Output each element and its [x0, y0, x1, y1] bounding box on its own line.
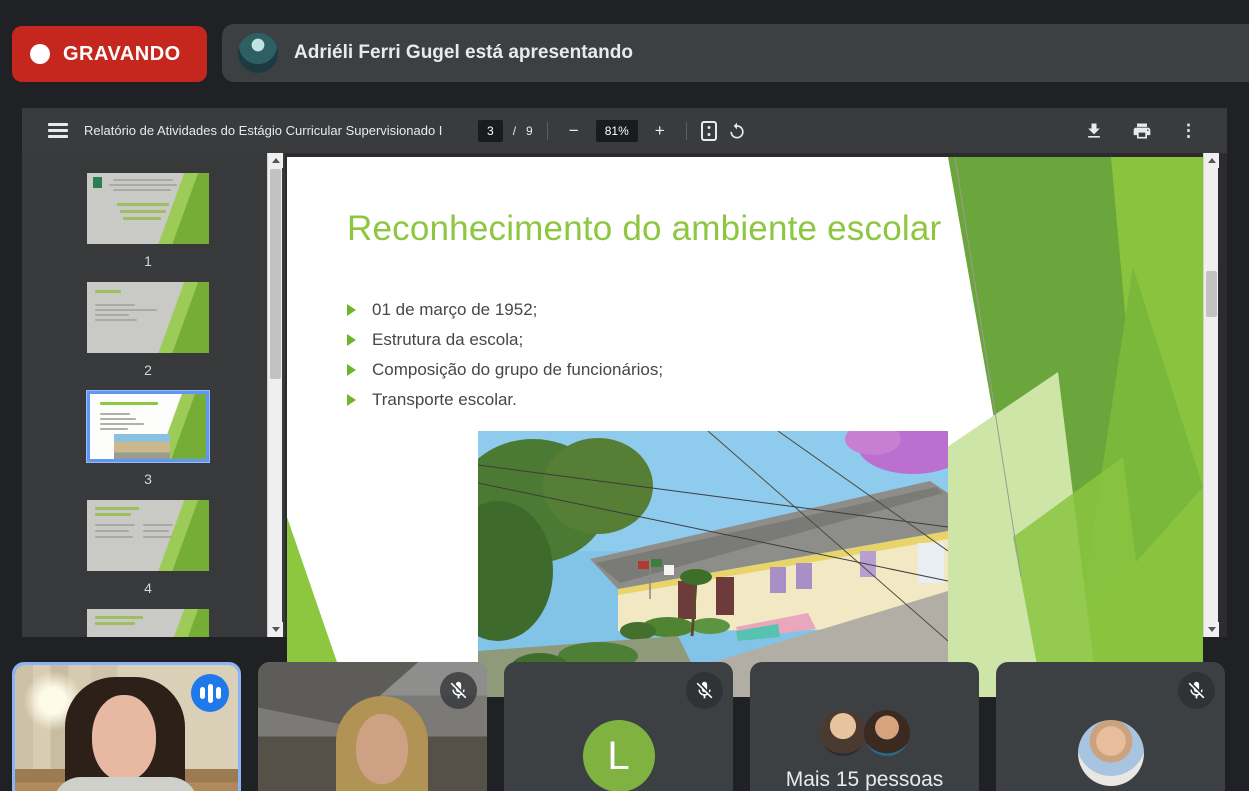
document-title: Relatório de Atividades do Estágio Curri… [84, 123, 442, 138]
recording-badge: GRAVANDO [12, 26, 207, 82]
slide-page: Reconhecimento do ambiente escolar 01 de… [287, 157, 1203, 697]
bullet-item: Composição do grupo de funcionários; [347, 355, 663, 385]
participant-tile[interactable] [258, 662, 487, 791]
participant-strip: L Mais 15 pessoas [0, 662, 1249, 791]
page-scrollbar[interactable] [1203, 153, 1218, 637]
thumbnail-sidebar: 1 2 [22, 153, 285, 637]
recording-label: GRAVANDO [63, 43, 181, 66]
avatar [820, 710, 866, 756]
scroll-down-icon[interactable] [268, 622, 283, 637]
mic-off-icon [1178, 672, 1215, 709]
presenter-avatar [238, 33, 278, 73]
speaking-indicator-icon [191, 674, 229, 712]
fit-to-page-icon[interactable] [701, 121, 717, 141]
toolbar-divider [547, 122, 548, 140]
scroll-down-icon[interactable] [1204, 622, 1219, 637]
letter-avatar: L [583, 720, 655, 791]
thumbnail-page-number: 2 [144, 362, 152, 378]
thumbnail-image [87, 391, 209, 462]
bullet-text: 01 de março de 1952; [372, 300, 537, 320]
page-divider: / [513, 124, 516, 138]
thumbnail-page-number: 1 [144, 253, 152, 269]
thumbnail-page-number: 3 [144, 471, 152, 487]
participant-tile-speaking[interactable] [12, 662, 241, 791]
overflow-avatars [820, 710, 910, 756]
thumbnail-image [87, 282, 209, 353]
thumbnail-image [87, 500, 209, 571]
scroll-up-icon[interactable] [1204, 153, 1219, 168]
zoom-in-button[interactable]: + [648, 119, 672, 143]
menu-icon[interactable] [48, 120, 68, 142]
zoom-out-button[interactable]: − [562, 119, 586, 143]
page-zoom-controls: 3 / 9 − 81% + [478, 119, 747, 143]
thumbnail-list: 1 2 [83, 173, 213, 637]
thumbnail-page-1[interactable]: 1 [87, 173, 209, 269]
pdf-viewer-body: 1 2 [22, 153, 1227, 637]
sidebar-scrollbar[interactable] [267, 153, 282, 637]
zoom-level[interactable]: 81% [596, 120, 638, 142]
mic-off-icon [440, 672, 477, 709]
more-options-icon[interactable]: ⋮ [1180, 121, 1197, 141]
pdf-toolbar: Relatório de Atividades do Estágio Curri… [22, 108, 1227, 153]
bullet-item: Transporte escolar. [347, 385, 663, 415]
thumbnail-image [87, 173, 209, 244]
current-page-input[interactable]: 3 [478, 120, 503, 142]
participant-tile[interactable]: L [504, 662, 733, 791]
bullet-arrow-icon [347, 304, 356, 316]
thumbnail-page-2[interactable]: 2 [87, 282, 209, 378]
scroll-up-icon[interactable] [268, 153, 283, 168]
bullet-text: Transporte escolar. [372, 390, 517, 410]
presenting-banner: Adriéli Ferri Gugel está apresentando [222, 24, 1249, 82]
thumbnail-image [87, 609, 209, 637]
scrollbar-thumb[interactable] [1206, 271, 1217, 317]
shared-screen-pdf-viewer: Relatório de Atividades do Estágio Curri… [22, 108, 1227, 637]
more-people-label: Mais 15 pessoas [750, 768, 979, 791]
meet-top-bar: GRAVANDO Adriéli Ferri Gugel está aprese… [0, 0, 1249, 96]
bullet-text: Composição do grupo de funcionários; [372, 360, 663, 380]
bullet-arrow-icon [347, 334, 356, 346]
participant-tile-overflow[interactable]: Mais 15 pessoas [750, 662, 979, 791]
thumbnail-page-3-selected[interactable]: 3 [87, 391, 209, 487]
thumbnail-page-5[interactable] [87, 609, 209, 637]
bullet-text: Estrutura da escola; [372, 330, 523, 350]
bullet-item: Estrutura da escola; [347, 325, 663, 355]
thumbnail-page-4[interactable]: 4 [87, 500, 209, 596]
bullet-arrow-icon [347, 364, 356, 376]
total-pages: 9 [526, 124, 533, 138]
thumbnail-page-number: 4 [144, 580, 152, 596]
mic-off-icon [686, 672, 723, 709]
slide-bullet-list: 01 de março de 1952; Estrutura da escola… [347, 295, 663, 415]
rotate-icon[interactable] [727, 121, 747, 141]
bullet-item: 01 de março de 1952; [347, 295, 663, 325]
school-photo [478, 431, 948, 697]
pdf-page-area: Reconhecimento do ambiente escolar 01 de… [285, 153, 1227, 637]
participant-tile[interactable] [996, 662, 1225, 791]
bullet-arrow-icon [347, 394, 356, 406]
scrollbar-thumb[interactable] [270, 169, 281, 379]
avatar [1078, 720, 1144, 786]
download-icon[interactable] [1084, 121, 1104, 141]
toolbar-right-actions: ⋮ [1084, 121, 1197, 141]
toolbar-divider [686, 122, 687, 140]
recording-dot-icon [30, 44, 50, 64]
slide-title: Reconhecimento do ambiente escolar [347, 209, 941, 249]
presenting-text: Adriéli Ferri Gugel está apresentando [294, 42, 633, 64]
print-icon[interactable] [1132, 121, 1152, 141]
avatar [864, 710, 910, 756]
